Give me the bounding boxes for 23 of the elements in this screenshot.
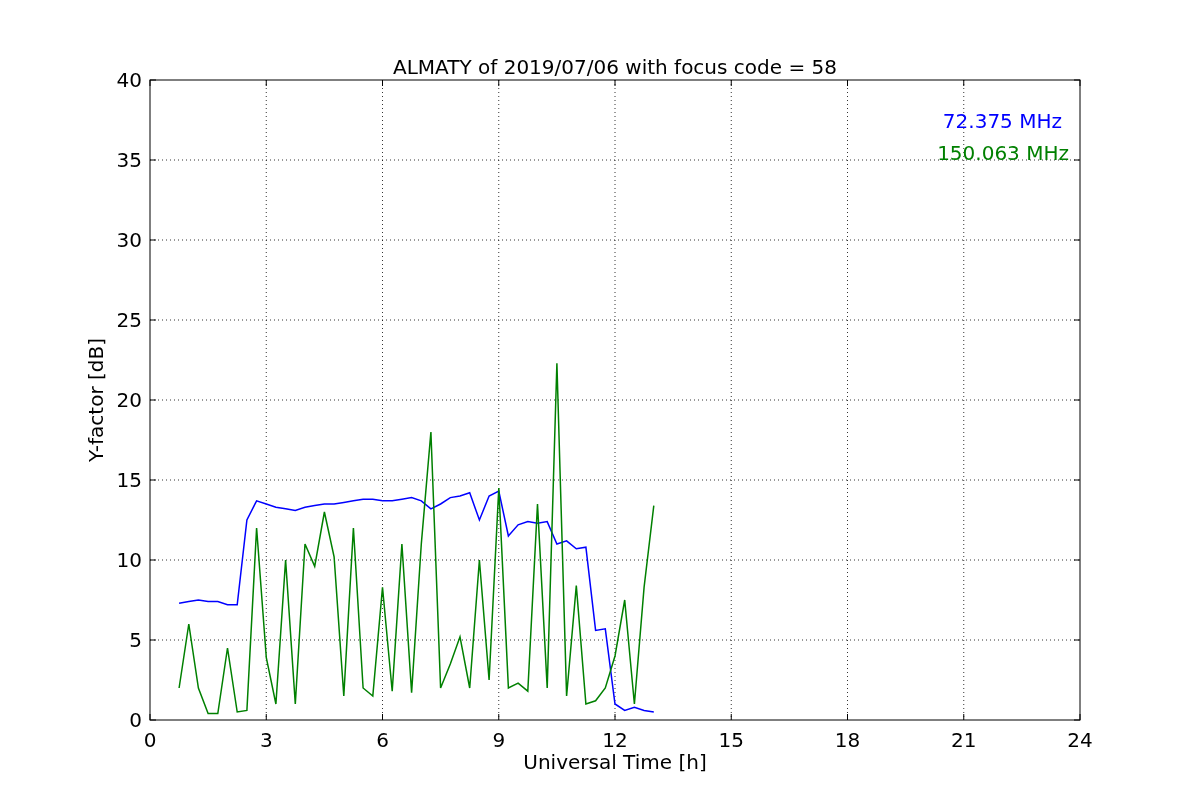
tick-label: 30 [116, 228, 142, 252]
tick-label: 6 [376, 728, 389, 752]
tick-label: 0 [129, 708, 142, 732]
tick-label: 18 [834, 728, 861, 752]
tick-label: 9 [492, 728, 506, 752]
tick-label: 5 [129, 628, 142, 652]
tick-label: 24 [1067, 728, 1093, 752]
tick-label: 12 [602, 728, 628, 752]
tick-label: 25 [116, 308, 142, 332]
tick-label: 40 [116, 68, 142, 92]
legend-label: 150.063 MHz [937, 141, 1069, 165]
tick-label: 0 [143, 728, 157, 752]
tick-label: 10 [116, 548, 142, 572]
tick-label: 21 [951, 728, 977, 752]
tick-label: 35 [116, 148, 142, 172]
tick-label: 20 [116, 388, 142, 412]
chart-title: ALMATY of 2019/07/06 with focus code = 58 [393, 55, 837, 79]
y-axis-label: Y-factor [dB] [84, 338, 108, 462]
legend-label: 72.375 MHz [942, 109, 1062, 133]
tick-label: 15 [116, 468, 142, 492]
tick-label: 15 [718, 728, 744, 752]
tick-label: 3 [259, 728, 273, 752]
x-axis-label: Universal Time [h] [523, 750, 707, 774]
